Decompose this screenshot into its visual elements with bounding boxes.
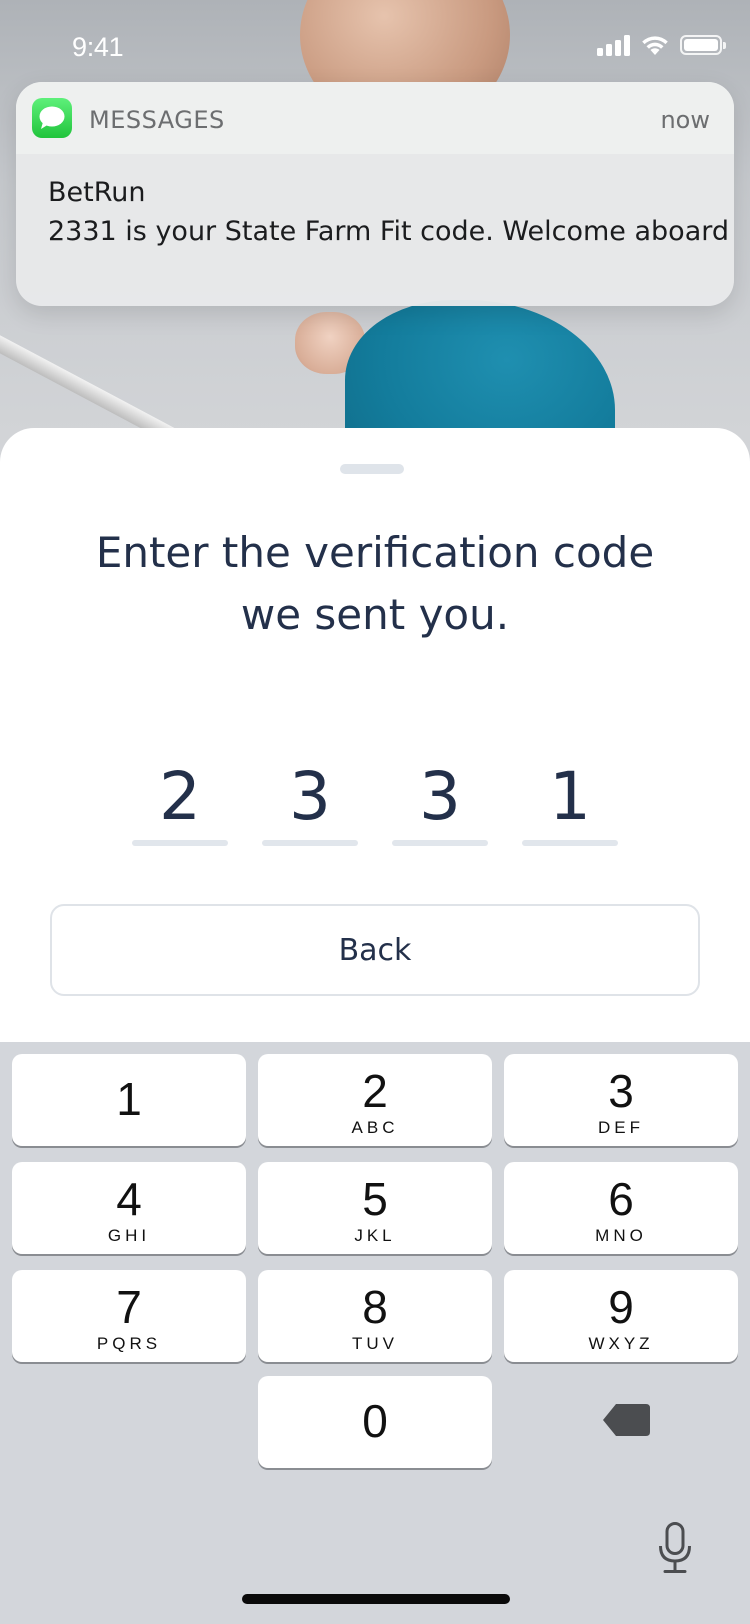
notification-message: 2331 is your State Farm Fit code. Welcom… (48, 216, 730, 247)
notification-app-name: MESSAGES (89, 106, 225, 134)
delete-backspace-icon[interactable] (602, 1402, 652, 1438)
page-title: Enter the verification code we sent you. (0, 522, 750, 646)
key-number: 0 (362, 1395, 388, 1447)
sheet-drag-handle[interactable] (340, 464, 404, 474)
code-digit-underline (522, 840, 618, 846)
code-digit-underline (262, 840, 358, 846)
key-3[interactable]: 3 DEF (504, 1054, 738, 1146)
code-digit-field[interactable]: 1 (522, 758, 618, 846)
key-letters: TUV (352, 1334, 398, 1353)
code-digit: 2 (159, 758, 201, 835)
battery-level (684, 39, 718, 51)
code-digit: 1 (549, 758, 591, 835)
home-indicator[interactable] (242, 1594, 510, 1604)
key-letters: DEF (598, 1118, 644, 1137)
code-digit: 3 (289, 758, 331, 835)
key-number: 7 (116, 1281, 142, 1333)
key-number: 4 (116, 1173, 142, 1225)
notification-sender: BetRun (48, 177, 146, 208)
key-number: 5 (362, 1173, 388, 1225)
key-letters: MNO (595, 1226, 647, 1245)
key-9[interactable]: 9 WXYZ (504, 1270, 738, 1362)
title-line-1: Enter the verification code (95, 528, 655, 577)
status-time: 9:41 (72, 32, 124, 62)
key-letters: WXYZ (588, 1334, 654, 1353)
notification-time: now (660, 106, 710, 134)
key-7[interactable]: 7 PQRS (12, 1270, 246, 1362)
status-icons (597, 34, 726, 56)
back-button[interactable]: Back (50, 904, 700, 996)
verification-code-input[interactable]: 2 3 3 1 (132, 758, 618, 846)
key-letters: JKL (354, 1226, 396, 1245)
key-number: 3 (608, 1065, 634, 1117)
code-digit-underline (392, 840, 488, 846)
messages-app-icon (32, 98, 72, 138)
cellular-signal-icon (597, 34, 630, 56)
key-number: 8 (362, 1281, 388, 1333)
key-number: 9 (608, 1281, 634, 1333)
key-letters: GHI (107, 1226, 151, 1245)
key-letters: ABC (351, 1118, 399, 1137)
key-6[interactable]: 6 MNO (504, 1162, 738, 1254)
status-bar: 9:41 (0, 0, 750, 92)
notification-body: BetRun 2331 is your State Farm Fit code.… (48, 174, 730, 252)
notification-header: MESSAGES now (16, 82, 734, 154)
verification-sheet: Enter the verification code we sent you.… (0, 428, 750, 1048)
code-digit-field[interactable]: 3 (262, 758, 358, 846)
code-digit-field[interactable]: 2 (132, 758, 228, 846)
key-0[interactable]: 0 (258, 1376, 492, 1468)
key-8[interactable]: 8 TUV (258, 1270, 492, 1362)
code-digit-underline (132, 840, 228, 846)
wifi-icon (642, 36, 668, 55)
key-1[interactable]: 1 (12, 1054, 246, 1146)
key-5[interactable]: 5 JKL (258, 1162, 492, 1254)
code-digit-field[interactable]: 3 (392, 758, 488, 846)
key-number: 6 (608, 1173, 634, 1225)
title-line-2: we sent you. (240, 590, 510, 639)
battery-icon (680, 35, 726, 55)
key-2[interactable]: 2 ABC (258, 1054, 492, 1146)
key-number: 1 (116, 1073, 142, 1125)
microphone-icon[interactable] (658, 1522, 692, 1574)
key-letters: PQRS (96, 1334, 162, 1353)
message-notification[interactable]: MESSAGES now BetRun 2331 is your State F… (16, 82, 734, 306)
key-4[interactable]: 4 GHI (12, 1162, 246, 1254)
code-digit: 3 (419, 758, 461, 835)
key-number: 2 (362, 1065, 388, 1117)
